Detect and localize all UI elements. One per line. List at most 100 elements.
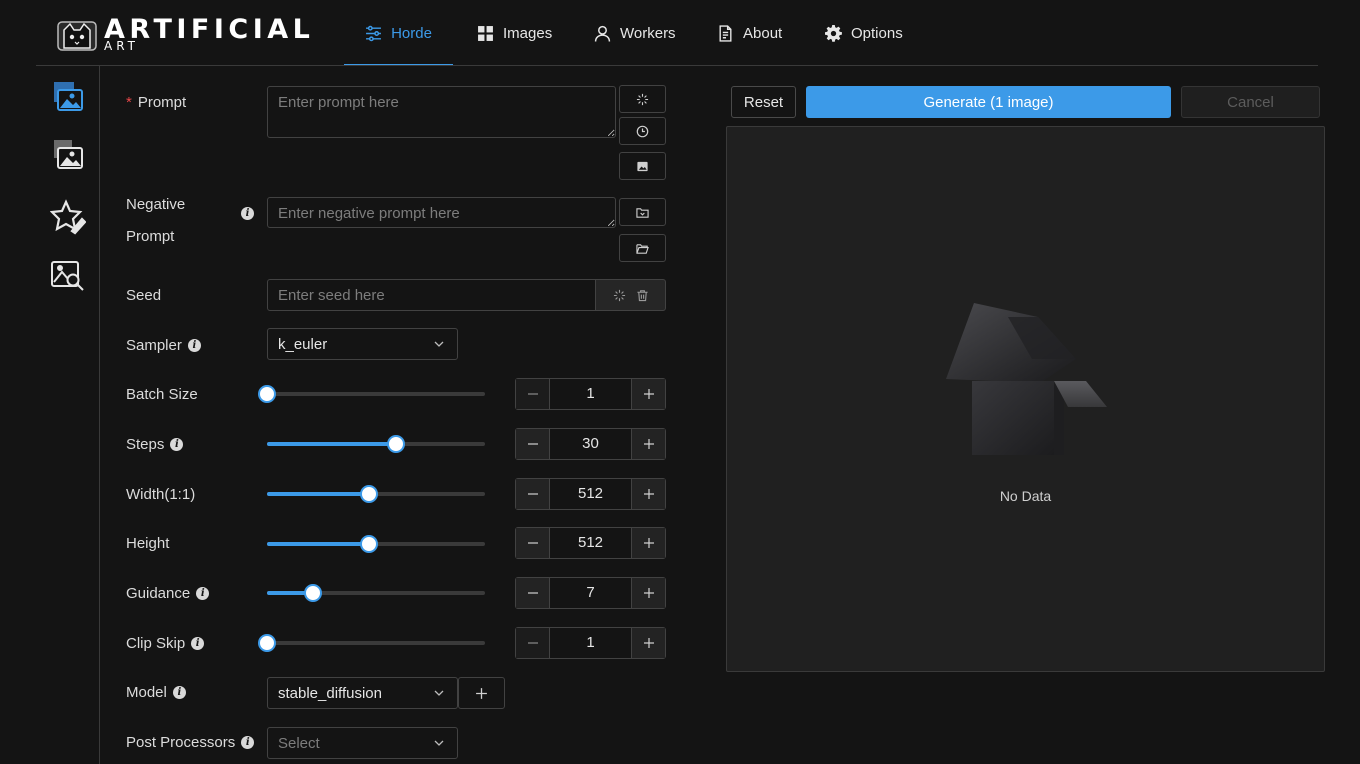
clip-skip-value[interactable]: 1 (549, 628, 632, 658)
post-processors-select[interactable]: Select (267, 727, 458, 759)
images-icon[interactable] (50, 138, 86, 174)
chevron-down-icon (434, 690, 444, 696)
generate-button[interactable]: Generate (1 image) (806, 86, 1171, 118)
seed-actions (595, 279, 666, 311)
model-select[interactable]: stable_diffusion (267, 677, 458, 709)
slider-track (267, 542, 370, 546)
width-slider[interactable] (267, 484, 485, 504)
decrement-button[interactable] (516, 379, 549, 409)
minus-icon (527, 443, 538, 445)
slider-handle[interactable] (360, 485, 379, 503)
gear-icon (825, 24, 842, 42)
height-label: Height (126, 535, 170, 552)
slider-handle[interactable] (258, 634, 276, 652)
plus-icon (476, 687, 487, 699)
chevron-down-icon (434, 341, 444, 347)
clip-skip-stepper: 1 (515, 627, 666, 659)
prompt-label-text: Prompt (137, 94, 187, 111)
seed-input[interactable] (267, 279, 596, 311)
guidance-info-icon[interactable]: i (196, 587, 210, 600)
tab-label: About (743, 24, 783, 42)
reset-button[interactable]: Reset (731, 86, 796, 118)
batch-size-value[interactable]: 1 (549, 379, 632, 409)
random-seed-icon[interactable] (613, 289, 626, 302)
sampler-select[interactable]: k_euler (267, 328, 458, 360)
guidance-slider[interactable] (267, 583, 485, 603)
tab-workers[interactable]: Workers (594, 0, 676, 66)
star-edit-icon[interactable] (50, 199, 86, 235)
top-navbar: ARTIFICIAL ART Horde Images Workers Abou… (0, 0, 1360, 66)
guidance-value[interactable]: 7 (549, 578, 632, 608)
tab-about[interactable]: About (717, 0, 782, 66)
model-info-icon[interactable]: i (172, 686, 186, 699)
sliders-icon (366, 25, 381, 41)
decrement-button[interactable] (516, 479, 549, 509)
decrement-button[interactable] (516, 628, 549, 658)
plus-icon (643, 489, 654, 499)
sampler-info-icon[interactable]: i (187, 339, 201, 352)
plus-icon (643, 538, 654, 548)
batch-size-slider[interactable] (258, 384, 485, 404)
minus-icon (527, 542, 538, 544)
increment-button[interactable] (632, 479, 665, 509)
height-stepper: 512 (515, 527, 666, 559)
save-negative-prompt-button[interactable] (619, 198, 666, 226)
height-slider[interactable] (267, 534, 485, 554)
negative-prompt-info-icon[interactable]: i (241, 207, 254, 220)
increment-button[interactable] (632, 528, 665, 558)
tab-horde[interactable]: Horde (344, 0, 453, 66)
generate-image-icon[interactable] (50, 80, 86, 116)
clip-skip-info-icon[interactable]: i (191, 637, 205, 650)
add-model-button[interactable] (458, 677, 505, 709)
steps-info-icon[interactable]: i (170, 438, 184, 451)
clip-skip-slider[interactable] (258, 633, 485, 653)
model-label-text: Model (126, 684, 167, 701)
decrement-button[interactable] (516, 578, 549, 608)
app-logo[interactable]: ARTIFICIAL ART (56, 14, 326, 56)
tab-label: Images (503, 24, 553, 42)
slider-handle[interactable] (258, 385, 276, 403)
prompt-history-button[interactable] (619, 117, 666, 145)
increment-button[interactable] (632, 578, 665, 608)
height-value[interactable]: 512 (549, 528, 632, 558)
random-prompt-button[interactable] (619, 85, 666, 113)
slider-handle[interactable] (360, 535, 379, 553)
cancel-button[interactable]: Cancel (1181, 86, 1320, 118)
post-processors-placeholder: Select (278, 734, 320, 752)
decrement-button[interactable] (516, 429, 549, 459)
nav-divider (36, 65, 1318, 66)
required-mark: * (126, 94, 132, 111)
document-icon (719, 24, 732, 42)
seed-label: Seed (126, 287, 162, 304)
negative-prompt-label-line2: Prompt (126, 228, 175, 245)
minus-icon (527, 642, 538, 644)
clock-icon (636, 125, 649, 137)
increment-button[interactable] (632, 628, 665, 658)
negative-prompt-input[interactable] (267, 197, 616, 228)
tab-label: Horde (391, 24, 432, 42)
trash-icon[interactable] (636, 289, 649, 302)
steps-value[interactable]: 30 (549, 429, 632, 459)
increment-button[interactable] (632, 429, 665, 459)
image-search-icon[interactable] (50, 258, 86, 294)
increment-button[interactable] (632, 379, 665, 409)
prompt-input[interactable] (267, 86, 616, 138)
tab-options[interactable]: Options (825, 0, 903, 66)
slider-handle[interactable] (386, 435, 405, 453)
tab-images[interactable]: Images (477, 0, 552, 66)
width-value[interactable]: 512 (549, 479, 632, 509)
chevron-down-icon (434, 740, 444, 746)
sparkle-icon (636, 93, 649, 105)
empty-state-text: No Data (999, 488, 1052, 504)
load-negative-prompt-button[interactable] (619, 234, 666, 262)
post-processors-info-icon[interactable]: i (241, 736, 255, 749)
guidance-stepper: 7 (515, 577, 666, 609)
width-stepper: 512 (515, 478, 666, 510)
decrement-button[interactable] (516, 528, 549, 558)
slider-rail (267, 641, 485, 645)
steps-label-text: Steps (126, 436, 165, 453)
slider-handle[interactable] (303, 584, 322, 602)
steps-slider[interactable] (267, 434, 485, 454)
logo-subtitle: ART (104, 39, 140, 53)
image-to-prompt-button[interactable] (619, 152, 666, 180)
